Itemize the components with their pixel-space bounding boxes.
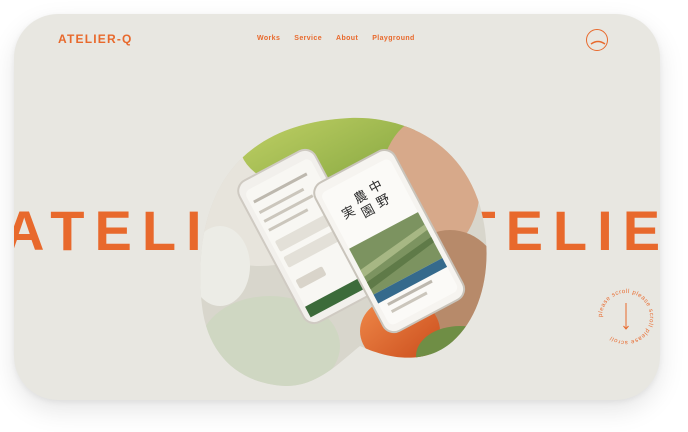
nav-item-service[interactable]: Service	[294, 35, 322, 42]
site-logo[interactable]: ATELIER-Q	[58, 32, 133, 46]
nav-item-playground[interactable]: Playground	[372, 35, 415, 42]
hero-photo: 中 野 農 園 実	[200, 117, 487, 386]
nav-item-works[interactable]: Works	[257, 35, 280, 42]
hero-visual: 中 野 農 園 実	[200, 116, 494, 388]
main-nav: Works Service About Playground	[257, 35, 415, 42]
page-card: ATELIER-Q Works Service About Playground…	[14, 14, 660, 400]
nav-item-about[interactable]: About	[336, 35, 358, 42]
scroll-indicator[interactable]: please scroll please scroll please scrol…	[594, 285, 658, 349]
menu-button[interactable]	[586, 29, 608, 51]
circle-menu-icon	[590, 40, 606, 45]
